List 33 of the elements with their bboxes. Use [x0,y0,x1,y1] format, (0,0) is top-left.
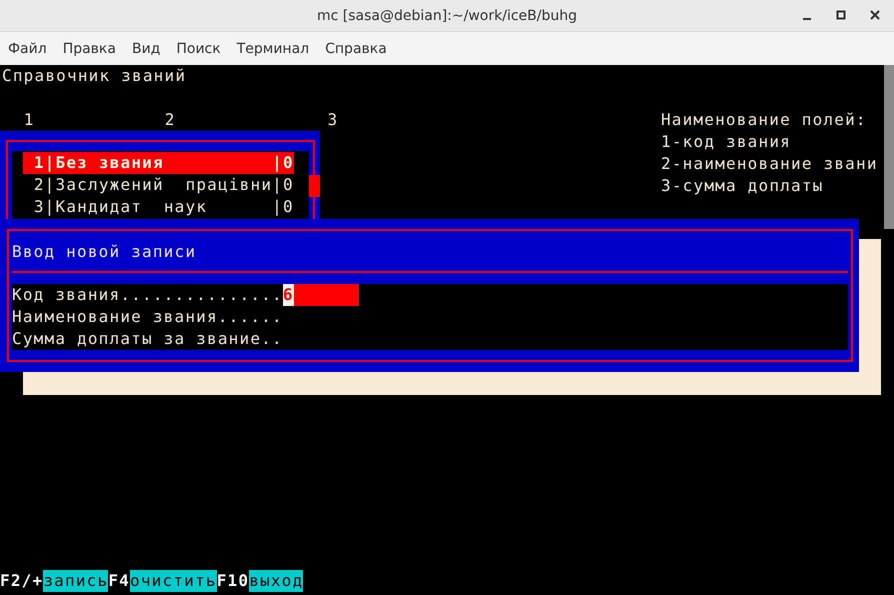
list-row[interactable]: 3|Кандидат наук |0 [23,196,294,218]
menu-item[interactable]: Поиск [168,40,229,56]
column-number: 1 [24,109,35,131]
menu-item[interactable]: Файл [0,40,55,56]
legend-title: Наименование полей: [660,109,867,131]
close-icon[interactable] [868,8,882,22]
key-label[interactable]: выход [249,570,304,592]
key-label[interactable]: запись [43,570,108,592]
field-label: Наименование звания...... [12,306,283,328]
legend-line: 1-код звания [661,131,791,153]
list-row[interactable]: 2|Заслужений працівни|0 [23,174,294,196]
list-row[interactable]: 1|Без звания |0 [23,152,294,174]
key-label[interactable]: очистить [130,570,217,592]
screen-heading: Справочник званий [2,65,186,87]
legend-line: 2-наименование звани [661,153,878,175]
column-number: 3 [327,109,338,131]
key-name: F2/+ [0,570,44,592]
maximize-icon[interactable] [834,8,848,22]
window-title: mc [sasa@debian]:~/work/iceB/buhg [317,8,577,24]
menu-item[interactable]: Правка [54,40,124,56]
key-name: F10 [216,570,250,592]
legend-line: 3-сумма доплаты [661,175,824,197]
scroll-marker [309,175,320,197]
dialog-title: Ввод новой записи [12,241,198,263]
menu-item[interactable]: Вид [124,40,168,56]
field-label: Код звания............... [12,284,283,306]
input-field[interactable]: 6 [282,284,359,306]
menu-item[interactable]: Терминал [228,40,318,56]
column-number: 2 [164,109,176,131]
field-label: Сумма доплаты за звание.. [12,328,283,350]
key-name: F4 [108,570,130,592]
scrollbar[interactable] [884,65,894,229]
menu-item[interactable]: Справка [317,40,395,56]
